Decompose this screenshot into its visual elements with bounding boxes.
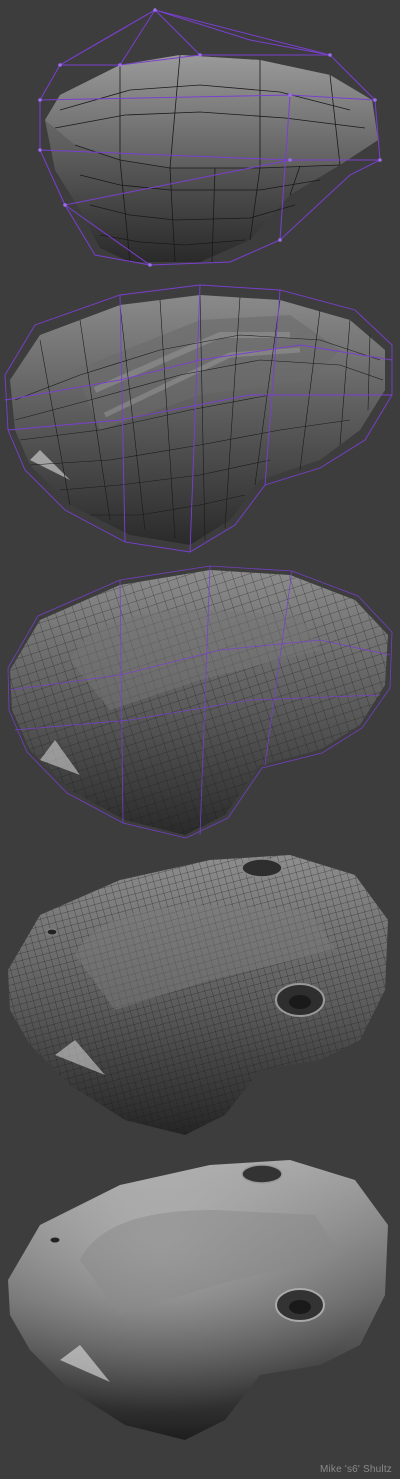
render-canvas: Mike 's6' Shultz <box>0 0 400 1479</box>
base-cage-model <box>38 8 382 267</box>
subdivision-1-model <box>4 284 393 553</box>
subdivision-2-model <box>7 565 393 839</box>
author-credit: Mike 's6' Shultz <box>319 1464 392 1475</box>
final-smooth-model <box>8 1160 388 1440</box>
wireframe-on-shaded-model <box>8 855 388 1135</box>
